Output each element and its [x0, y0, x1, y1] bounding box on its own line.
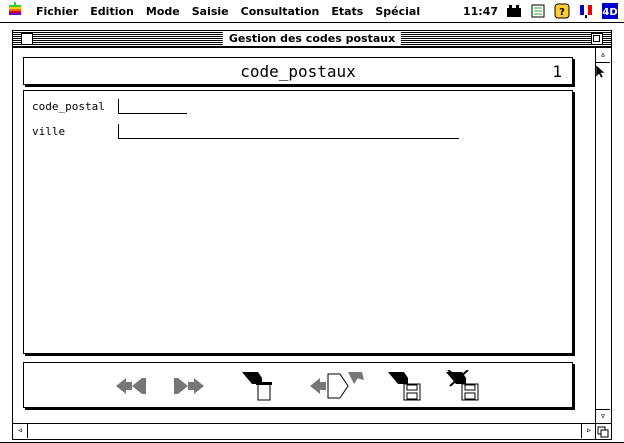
network-icon[interactable] [530, 3, 546, 19]
table-header-box: code_postaux 1 [23, 57, 573, 85]
keyboard-layout-flag-icon[interactable] [578, 3, 594, 19]
code-postal-label: code_postal [32, 100, 105, 113]
scroll-left-arrow-icon[interactable]: ◃ [13, 424, 28, 438]
scroll-right-arrow-icon[interactable]: ▹ [581, 424, 596, 438]
delete-record-icon[interactable] [238, 370, 278, 402]
menu-saisie[interactable]: Saisie [186, 5, 235, 18]
menu-edition[interactable]: Edition [84, 5, 140, 18]
main-window: Gestion des codes postaux code_postaux 1… [12, 30, 612, 440]
help-icon[interactable]: ? [554, 3, 570, 19]
svg-text:4D: 4D [602, 7, 617, 18]
apple-menu-icon[interactable] [0, 1, 30, 21]
vertical-scrollbar[interactable]: ▵ ▿ [595, 48, 611, 424]
close-box-button[interactable] [21, 33, 33, 45]
menu-special[interactable]: Spécial [369, 5, 426, 18]
menu-fichier[interactable]: Fichier [30, 5, 84, 18]
application-menu-icon[interactable]: 4D [602, 3, 618, 19]
window-title: Gestion des codes postaux [222, 32, 402, 45]
ville-label: ville [32, 125, 66, 138]
mouse-pointer-icon [595, 64, 606, 83]
menu-bar: Fichier Edition Mode Saisie Consultation… [0, 0, 624, 23]
menubar-status-area: 11:47 ? 4D [463, 3, 624, 19]
add-record-icon[interactable] [304, 370, 376, 402]
form-area: code_postal ville [23, 90, 573, 354]
scroll-down-arrow-icon[interactable]: ▿ [596, 409, 610, 424]
menu-mode[interactable]: Mode [140, 5, 186, 18]
record-number: 1 [552, 62, 562, 81]
zoom-box-button[interactable] [591, 33, 603, 45]
last-record-icon[interactable] [170, 370, 210, 402]
grow-box-icon[interactable] [595, 424, 611, 439]
ville-field[interactable] [118, 124, 459, 139]
svg-text:?: ? [559, 7, 565, 18]
table-name: code_postaux [240, 62, 356, 81]
menu-etats[interactable]: Etats [325, 5, 369, 18]
code-postal-field[interactable] [118, 99, 187, 114]
navigation-toolbar [23, 362, 573, 408]
screen: Fichier Edition Mode Saisie Consultation… [0, 0, 624, 442]
cancel-record-icon[interactable] [444, 369, 484, 402]
save-record-icon[interactable] [386, 370, 426, 402]
scroll-up-arrow-icon[interactable]: ▵ [596, 48, 610, 63]
menu-consultation[interactable]: Consultation [235, 5, 326, 18]
first-record-icon[interactable] [114, 370, 154, 402]
menubar-clock[interactable]: 11:47 [463, 5, 498, 18]
window-title-bar[interactable]: Gestion des codes postaux [13, 31, 611, 48]
alarm-clock-icon[interactable] [506, 3, 522, 19]
horizontal-scrollbar[interactable]: ◃ ▹ [13, 423, 611, 439]
